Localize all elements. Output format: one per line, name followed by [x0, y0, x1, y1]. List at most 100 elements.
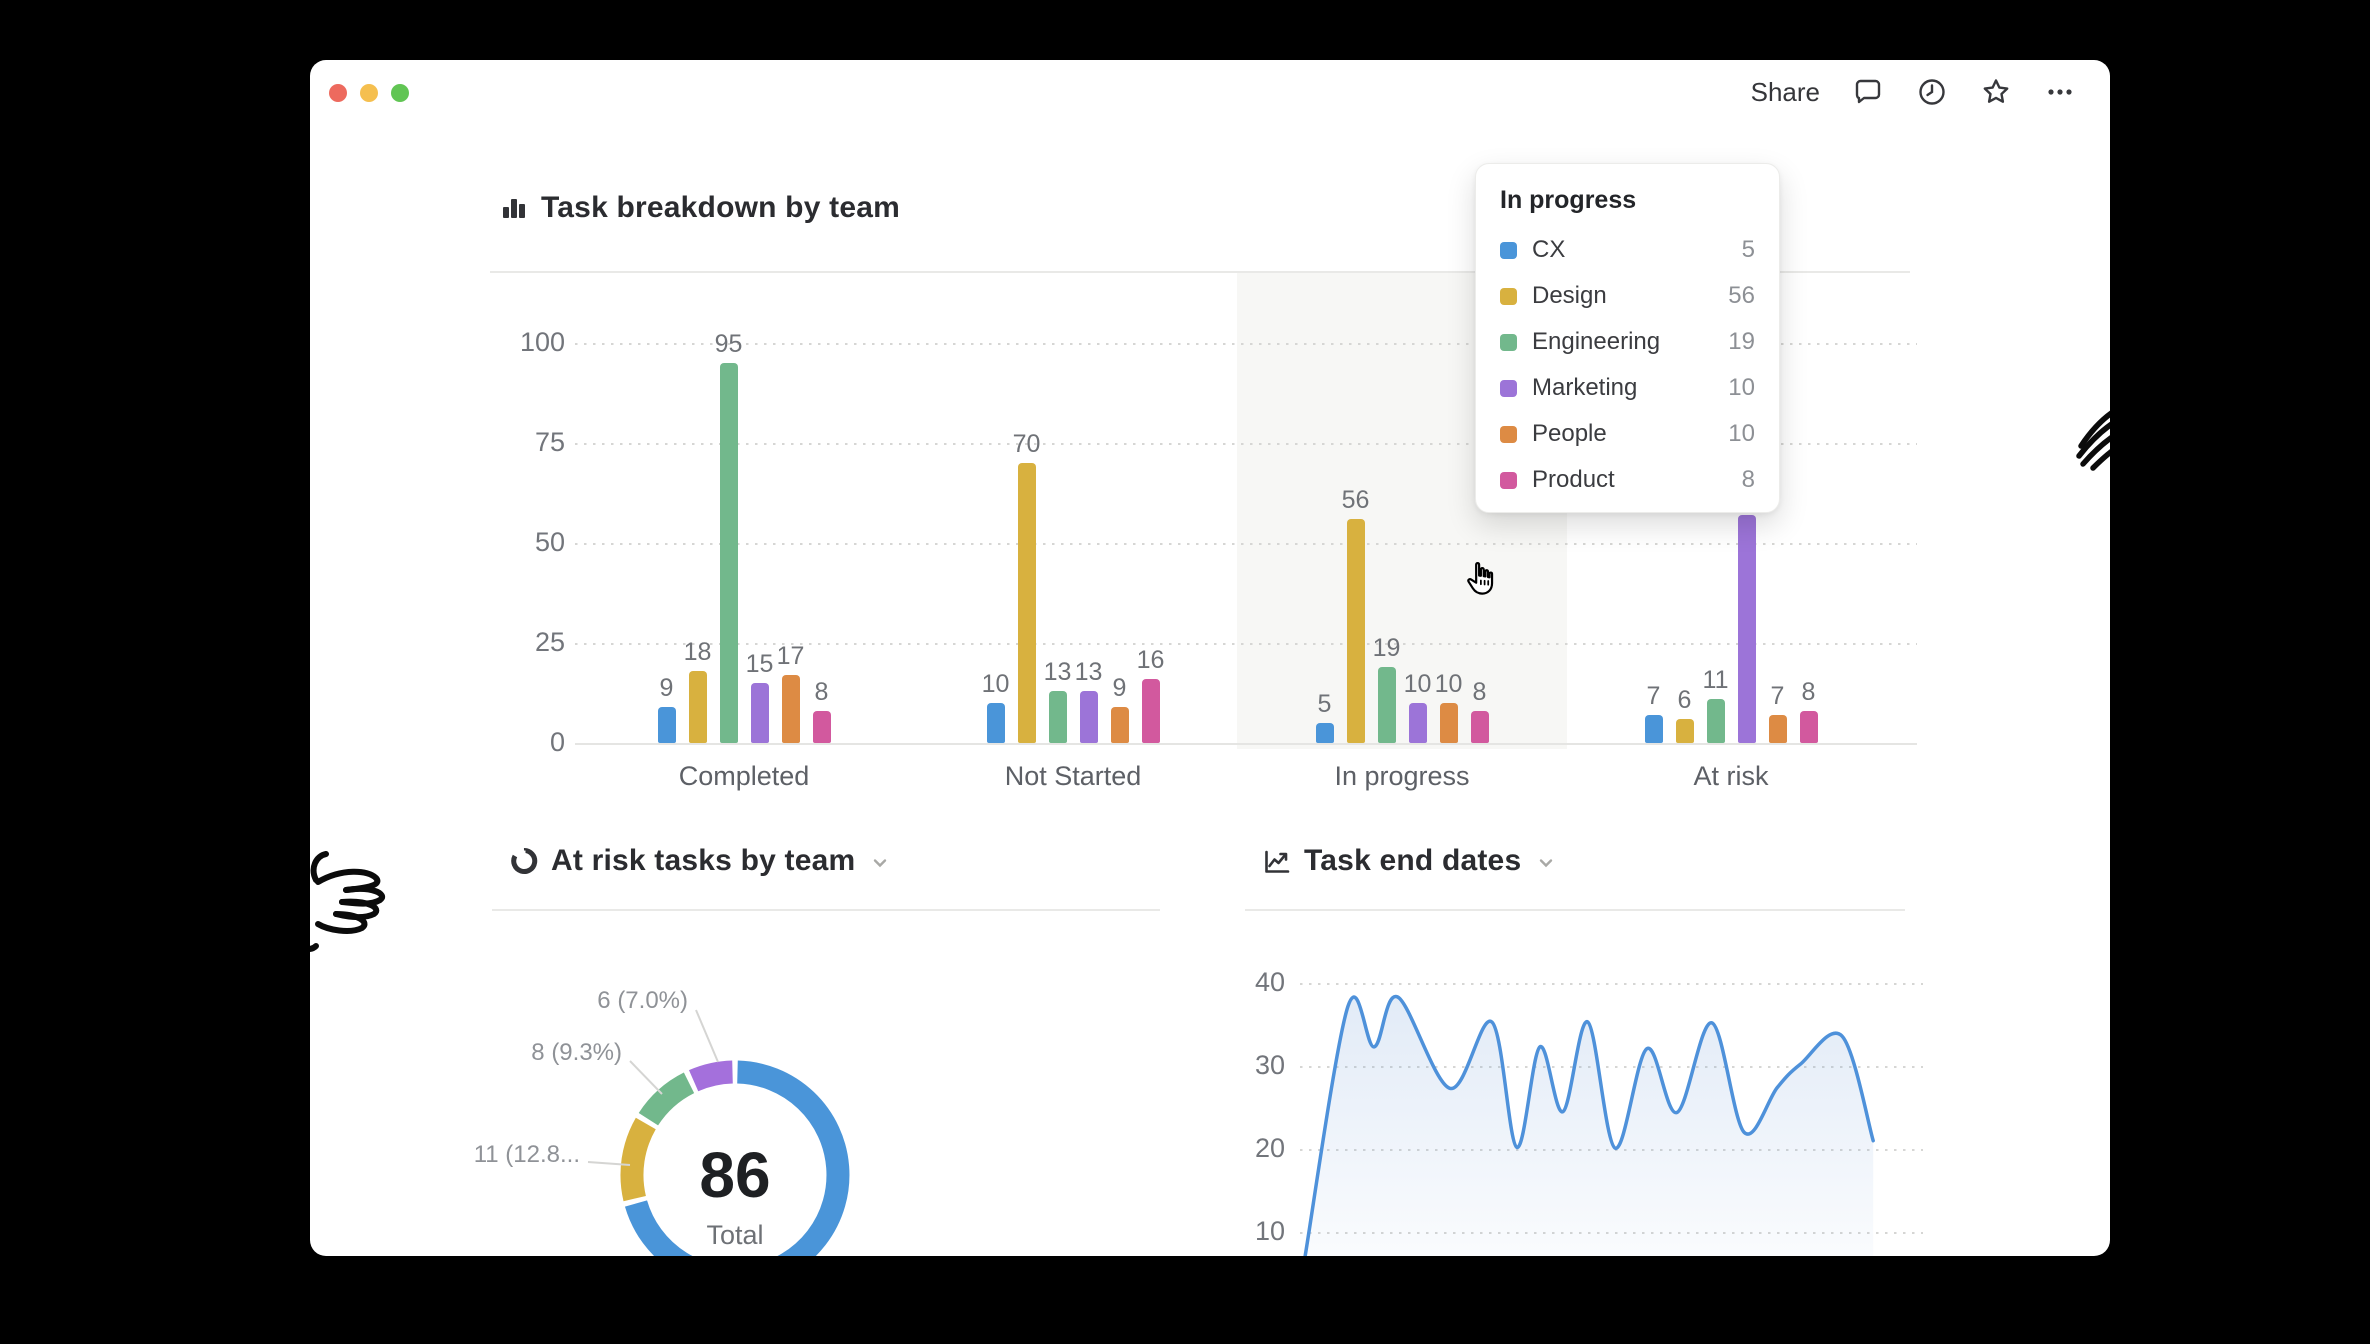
window-controls [329, 84, 409, 102]
more-options-icon[interactable] [2044, 76, 2076, 108]
x-axis-category-label: At risk [1621, 761, 1841, 792]
tooltip-series-label: Engineering [1532, 328, 1713, 356]
bar-product-in-progress[interactable] [1471, 711, 1489, 743]
y-axis-tick-label: 40 [1205, 967, 1285, 998]
updates-clock-icon[interactable] [1916, 76, 1948, 108]
zoom-window-button[interactable] [391, 84, 409, 102]
x-axis-category-label: Not Started [963, 761, 1183, 792]
minimize-window-button[interactable] [360, 84, 378, 102]
screenshot-root: { "window": { "share_label": "Share" }, … [0, 0, 2370, 1344]
line-chart-title: Task end dates [1304, 844, 1521, 878]
series-color-swatch [1500, 288, 1517, 305]
tooltip-series-label: CX [1532, 236, 1727, 264]
mouse-cursor [1458, 558, 1502, 604]
series-color-swatch [1500, 242, 1517, 259]
tooltip-series-value: 10 [1728, 420, 1755, 448]
tooltip-row: People 10 [1500, 411, 1755, 457]
donut-segment[interactable] [648, 1083, 689, 1119]
x-axis-category-label: In progress [1292, 761, 1512, 792]
scribble-doodle [2073, 400, 2110, 472]
tooltip-series-value: 19 [1728, 328, 1755, 356]
x-axis-line [575, 743, 1917, 745]
bar-people-in-progress[interactable] [1440, 703, 1458, 743]
tooltip-series-label: People [1532, 420, 1713, 448]
bar-cx-completed[interactable] [658, 707, 676, 743]
y-axis-tick-label: 50 [485, 527, 565, 558]
bar-people-at-risk[interactable] [1769, 715, 1787, 743]
bar-people-not-started[interactable] [1111, 707, 1129, 743]
bar-value-label: 17 [759, 642, 823, 671]
tooltip-series-label: Design [1532, 282, 1713, 310]
chevron-down-icon[interactable] [1536, 853, 1556, 873]
donut-segment-label: 8 (9.3%) [422, 1039, 622, 1067]
comments-icon[interactable] [1852, 76, 1884, 108]
tooltip-row: Product8 [1500, 457, 1755, 503]
y-gridline [575, 543, 1917, 545]
donut-segment-label: 6 (7.0%) [488, 987, 688, 1015]
y-axis-tick-label: 0 [485, 727, 565, 758]
donut-segment[interactable] [632, 1124, 646, 1199]
y-axis-tick-label: 100 [485, 327, 565, 358]
tooltip-series-value: 56 [1728, 282, 1755, 310]
tooltip-series-label: Marketing [1532, 374, 1713, 402]
line-title-row: Task end dates [1263, 844, 1556, 878]
donut-title-row: At risk tasks by team [510, 844, 890, 878]
series-color-swatch [1500, 426, 1517, 443]
y-axis-tick-label: 30 [1205, 1050, 1285, 1081]
favorite-star-icon[interactable] [1980, 76, 2012, 108]
share-button[interactable]: Share [1751, 77, 1820, 108]
bar-value-label: 95 [697, 330, 761, 359]
y-axis-tick-label: 25 [485, 627, 565, 658]
tooltip-row: CX 5 [1500, 227, 1755, 273]
donut-segment[interactable] [694, 1072, 733, 1081]
bar-design-not-started[interactable] [1018, 463, 1036, 743]
bar-value-label: 8 [790, 678, 854, 707]
bar-chart-icon [500, 194, 528, 222]
tooltip-title: In progress [1500, 186, 1755, 215]
topbar-actions: Share [1751, 76, 2076, 108]
series-color-swatch [1500, 472, 1517, 489]
y-axis-tick-label: 75 [485, 427, 565, 458]
bar-design-completed[interactable] [689, 671, 707, 743]
bar-product-at-risk[interactable] [1800, 711, 1818, 743]
bar-value-label: 8 [1777, 678, 1841, 707]
bar-value-label: 19 [1355, 634, 1419, 663]
bar-engineering-not-started[interactable] [1049, 691, 1067, 743]
hand-doodle [310, 846, 415, 961]
tooltip-row: Marketing 10 [1500, 365, 1755, 411]
bar-product-not-started[interactable] [1142, 679, 1160, 743]
bar-engineering-completed[interactable] [720, 363, 738, 743]
donut-total-value: 86 [655, 1138, 815, 1212]
y-axis-tick-label: 20 [1205, 1133, 1285, 1164]
bar-value-label: 70 [995, 430, 1059, 459]
bar-marketing-in-progress[interactable] [1409, 703, 1427, 743]
bar-cx-in-progress[interactable] [1316, 723, 1334, 743]
line-chart-icon [1263, 847, 1291, 875]
chart-tooltip: In progress CX 5 Design 56 Engineering 19 Mark… [1475, 163, 1780, 513]
donut-ring[interactable] [555, 995, 915, 1256]
chevron-down-icon[interactable] [870, 853, 890, 873]
bar-value-label: 56 [1324, 486, 1388, 515]
bar-marketing-completed[interactable] [751, 683, 769, 743]
donut-panel-divider [492, 909, 1160, 911]
x-axis-category-label: Completed [634, 761, 854, 792]
close-window-button[interactable] [329, 84, 347, 102]
bar-design-at-risk[interactable] [1676, 719, 1694, 743]
bar-product-completed[interactable] [813, 711, 831, 743]
bar-cx-not-started[interactable] [987, 703, 1005, 743]
series-color-swatch [1500, 380, 1517, 397]
tooltip-row: Design 56 [1500, 273, 1755, 319]
y-axis-tick-label: 10 [1205, 1216, 1285, 1247]
series-color-swatch [1500, 334, 1517, 351]
bar-engineering-at-risk[interactable] [1707, 699, 1725, 743]
bar-cx-at-risk[interactable] [1645, 715, 1663, 743]
bar-chart-title: Task breakdown by team [541, 191, 900, 225]
tooltip-rows: CX5Design56Engineering19Marketing10Peopl… [1500, 227, 1755, 503]
donut-segment-label: 11 (12.8... [380, 1141, 580, 1169]
tooltip-row: Engineering 19 [1500, 319, 1755, 365]
tooltip-series-label: Product [1532, 466, 1727, 494]
tooltip-series-value: 10 [1728, 374, 1755, 402]
tooltip-series-value: 5 [1742, 236, 1755, 264]
bar-design-in-progress[interactable] [1347, 519, 1365, 743]
task-end-dates-curve [1295, 915, 1929, 1256]
